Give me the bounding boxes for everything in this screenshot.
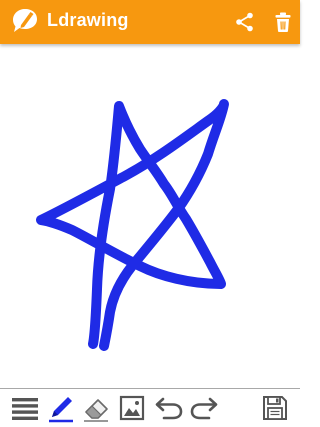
undo-button[interactable] xyxy=(153,392,185,424)
image-icon xyxy=(119,395,145,421)
app-logo-icon xyxy=(10,6,40,36)
app-window: Ldrawing xyxy=(0,0,300,427)
undo-icon xyxy=(155,397,183,420)
save-icon xyxy=(263,396,287,420)
redo-button[interactable] xyxy=(188,392,220,424)
pen-icon xyxy=(49,397,73,423)
menu-button[interactable] xyxy=(9,392,41,424)
drawing-canvas[interactable] xyxy=(0,44,300,388)
save-button[interactable] xyxy=(259,392,291,424)
share-icon xyxy=(236,12,253,32)
share-button[interactable] xyxy=(231,8,259,36)
redo-icon xyxy=(190,397,218,420)
eraser-icon xyxy=(84,399,108,422)
menu-icon xyxy=(12,398,38,420)
bottom-toolbar xyxy=(0,388,300,427)
pen-tool-button[interactable] xyxy=(45,392,77,424)
drawn-star xyxy=(36,99,229,351)
app-header: Ldrawing xyxy=(0,0,300,44)
eraser-tool-button[interactable] xyxy=(80,392,112,424)
delete-button[interactable] xyxy=(269,8,297,36)
insert-image-button[interactable] xyxy=(116,392,148,424)
trash-icon xyxy=(275,12,291,32)
app-title: Ldrawing xyxy=(47,10,129,30)
